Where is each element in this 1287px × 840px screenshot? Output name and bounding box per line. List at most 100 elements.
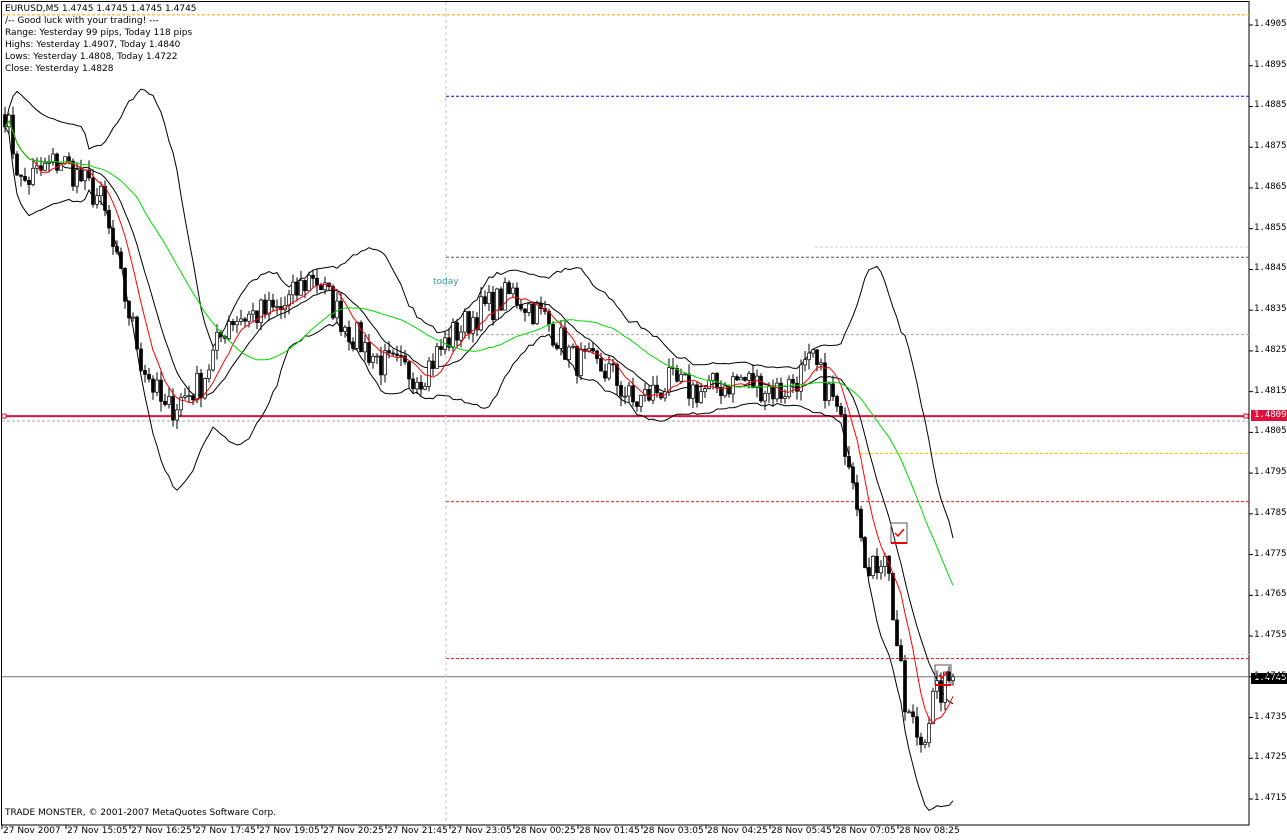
candle xyxy=(115,246,119,253)
candle xyxy=(695,384,699,403)
candle xyxy=(19,174,23,177)
y-tick-label: 1.4745 xyxy=(1254,670,1287,681)
y-tick-label: 1.4785 xyxy=(1254,507,1287,518)
candle xyxy=(311,274,315,279)
info-line-5: Close: Yesterday 1.4828 xyxy=(5,64,114,74)
x-tick-label: 28 Nov 01:45 xyxy=(579,826,640,836)
candle xyxy=(899,645,903,662)
info-line-2: Range: Yesterday 99 pips, Today 118 pips xyxy=(5,28,193,38)
candle xyxy=(739,377,743,381)
candle xyxy=(459,331,463,341)
candle xyxy=(647,389,651,401)
candle xyxy=(667,367,671,393)
y-tick-label: 1.4795 xyxy=(1254,467,1287,478)
symbol-line: EURUSD,M5 1.4745 1.4745 1.4745 1.4745 xyxy=(5,4,197,14)
support-price-badge: 1.4809 xyxy=(1251,410,1287,421)
candle xyxy=(927,723,931,744)
candle xyxy=(431,360,435,369)
y-tick-label: 1.4715 xyxy=(1254,793,1287,803)
candle xyxy=(143,370,147,375)
candle xyxy=(167,396,171,405)
candle xyxy=(359,322,363,353)
candle xyxy=(207,369,211,379)
x-tick-label: 27 Nov 19:05 xyxy=(259,826,320,836)
candle xyxy=(295,281,299,296)
candle xyxy=(551,323,555,346)
candle xyxy=(503,282,507,311)
y-tick-label: 1.4805 xyxy=(1254,426,1287,437)
candle xyxy=(83,169,87,182)
plot-frame xyxy=(1,1,1250,826)
candle xyxy=(507,282,511,295)
candle xyxy=(559,327,563,349)
info-line-4: Lows: Yesterday 1.4808, Today 1.4722 xyxy=(5,52,178,62)
candle xyxy=(263,299,267,315)
candle xyxy=(811,349,815,354)
x-tick-label: 28 Nov 07:05 xyxy=(835,826,896,836)
candle xyxy=(299,280,303,296)
candle xyxy=(467,311,471,334)
y-tick-label: 1.4905 xyxy=(1254,19,1287,29)
candle xyxy=(303,280,307,292)
candle xyxy=(947,671,951,681)
y-tick-label: 1.4855 xyxy=(1254,222,1287,233)
candle xyxy=(439,346,443,350)
x-tick-label: 27 Nov 23:05 xyxy=(451,826,512,836)
candle xyxy=(803,359,807,366)
candle xyxy=(427,360,431,387)
checkmark-icon xyxy=(894,528,905,538)
candle xyxy=(387,350,391,354)
candle xyxy=(767,386,771,394)
bollinger-middle xyxy=(4,119,954,705)
candle xyxy=(751,373,755,388)
candle xyxy=(867,567,871,576)
candle xyxy=(679,374,683,382)
x-tick-label: 27 Nov 2007 xyxy=(3,826,61,836)
candle xyxy=(307,274,311,292)
candle xyxy=(819,362,823,365)
candle xyxy=(631,385,635,403)
info-line-1: /-- Good luck with your trading! --- xyxy=(5,16,159,26)
y-tick-label: 1.4835 xyxy=(1254,304,1287,315)
candle xyxy=(155,379,159,393)
candle xyxy=(47,161,51,164)
candle xyxy=(651,384,655,401)
candle xyxy=(239,318,243,322)
candle xyxy=(371,356,375,363)
candle xyxy=(835,396,839,407)
price-chart[interactable] xyxy=(0,0,1287,840)
x-tick-label: 27 Nov 15:05 xyxy=(67,826,128,836)
candle xyxy=(527,303,531,313)
candle xyxy=(175,409,179,421)
candle xyxy=(451,322,455,348)
candle xyxy=(127,300,131,319)
candle xyxy=(939,680,943,703)
candle xyxy=(611,363,615,366)
candle xyxy=(275,306,279,308)
candle xyxy=(159,379,163,402)
candle xyxy=(711,373,715,381)
y-tick-label: 1.4895 xyxy=(1254,59,1287,70)
candle xyxy=(67,156,71,162)
candle xyxy=(419,381,423,390)
candle xyxy=(99,186,103,197)
bollinger-upper xyxy=(4,88,954,539)
candle xyxy=(215,332,219,351)
candle xyxy=(691,384,695,399)
candle xyxy=(395,353,399,356)
candle xyxy=(27,180,31,185)
candle xyxy=(771,386,775,400)
candle xyxy=(807,352,811,361)
candle xyxy=(759,375,763,402)
x-tick-label: 27 Nov 20:25 xyxy=(323,826,384,836)
candle xyxy=(591,348,595,352)
candle xyxy=(379,355,383,376)
candle xyxy=(251,310,255,315)
candle xyxy=(455,322,459,341)
candle xyxy=(291,281,295,296)
candle xyxy=(487,291,491,305)
candle xyxy=(783,396,787,399)
candle xyxy=(111,227,115,247)
candle xyxy=(755,375,759,388)
candle xyxy=(435,346,439,369)
